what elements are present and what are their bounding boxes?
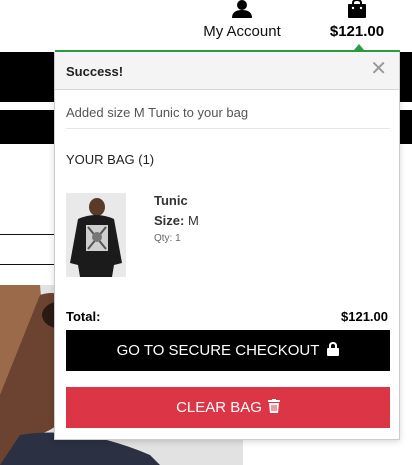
popover-title: Success!	[66, 64, 124, 79]
shopping-bag-icon	[347, 0, 367, 23]
popover-header: Success! ✕	[55, 52, 399, 90]
divider	[0, 264, 60, 265]
size-label: Size:	[154, 213, 185, 228]
divider	[0, 234, 60, 235]
shopping-bag-link[interactable]: $121.00	[320, 0, 394, 48]
product-quantity: Qty: 1	[154, 233, 181, 244]
total-value: $121.00	[341, 309, 388, 324]
bag-heading: YOUR BAG (1)	[66, 152, 155, 167]
my-account-label: My Account	[203, 23, 281, 40]
close-icon[interactable]: ✕	[370, 59, 387, 79]
site-header: My Account $121.00	[0, 0, 412, 50]
user-icon	[232, 0, 252, 23]
secure-checkout-button[interactable]: GO TO SECURE CHECKOUT	[66, 330, 390, 371]
size-value: M	[187, 213, 199, 228]
product-image[interactable]	[66, 193, 126, 277]
clear-bag-button[interactable]: CLEAR BAG	[66, 387, 390, 428]
checkout-label: GO TO SECURE CHECKOUT	[116, 342, 320, 359]
trash-icon	[267, 398, 280, 417]
total-label: Total:	[66, 309, 101, 324]
clear-bag-label: CLEAR BAG	[176, 399, 262, 416]
added-message: Added size M Tunic to your bag	[66, 105, 390, 129]
product-size: Size: M	[154, 213, 199, 228]
product-name: Tunic	[154, 193, 188, 208]
my-account-link[interactable]: My Account	[192, 0, 292, 48]
lock-icon	[327, 341, 340, 360]
bag-popover: Success! ✕ Added size M Tunic to your ba…	[54, 52, 400, 440]
bag-total: $121.00	[329, 23, 385, 40]
popover-arrow	[354, 44, 364, 50]
